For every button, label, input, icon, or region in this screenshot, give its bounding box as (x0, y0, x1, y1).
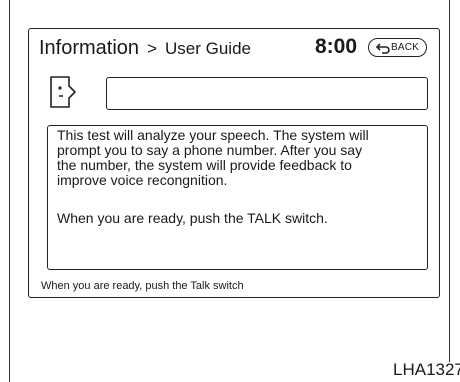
message-line: the number, the system will provide feed… (57, 157, 352, 173)
back-button[interactable]: BACK (368, 38, 427, 57)
message-line: This test will analyze your speech. The … (57, 127, 369, 143)
message-line: improve voice recongnition. (57, 172, 228, 188)
breadcrumb-root: Information (39, 37, 140, 59)
breadcrumb-page: User Guide (165, 39, 251, 58)
speech-input-field[interactable] (106, 77, 428, 110)
message-cta: When you are ready, push the TALK switch… (57, 210, 328, 226)
message-body: This test will analyze your speech. The … (57, 128, 423, 188)
display-screen: Information > User Guide 8:00 BACK This … (28, 28, 440, 298)
figure-code: LHA1327 (393, 360, 460, 379)
speaking-face-icon (50, 76, 76, 108)
message-panel: This test will analyze your speech. The … (47, 125, 428, 270)
back-arrow-icon (375, 42, 390, 54)
frame-right-border (449, 0, 450, 362)
breadcrumb: Information > User Guide (39, 37, 251, 60)
clock: 8:00 (315, 35, 358, 58)
status-bar-text: When you are ready, push the Talk switch (41, 280, 244, 292)
back-label: BACK (390, 42, 420, 53)
breadcrumb-separator: > (147, 39, 157, 58)
header-bar: Information > User Guide 8:00 BACK (29, 29, 439, 65)
frame-left-border (9, 0, 10, 382)
message-line: prompt you to say a phone number. After … (57, 142, 363, 158)
